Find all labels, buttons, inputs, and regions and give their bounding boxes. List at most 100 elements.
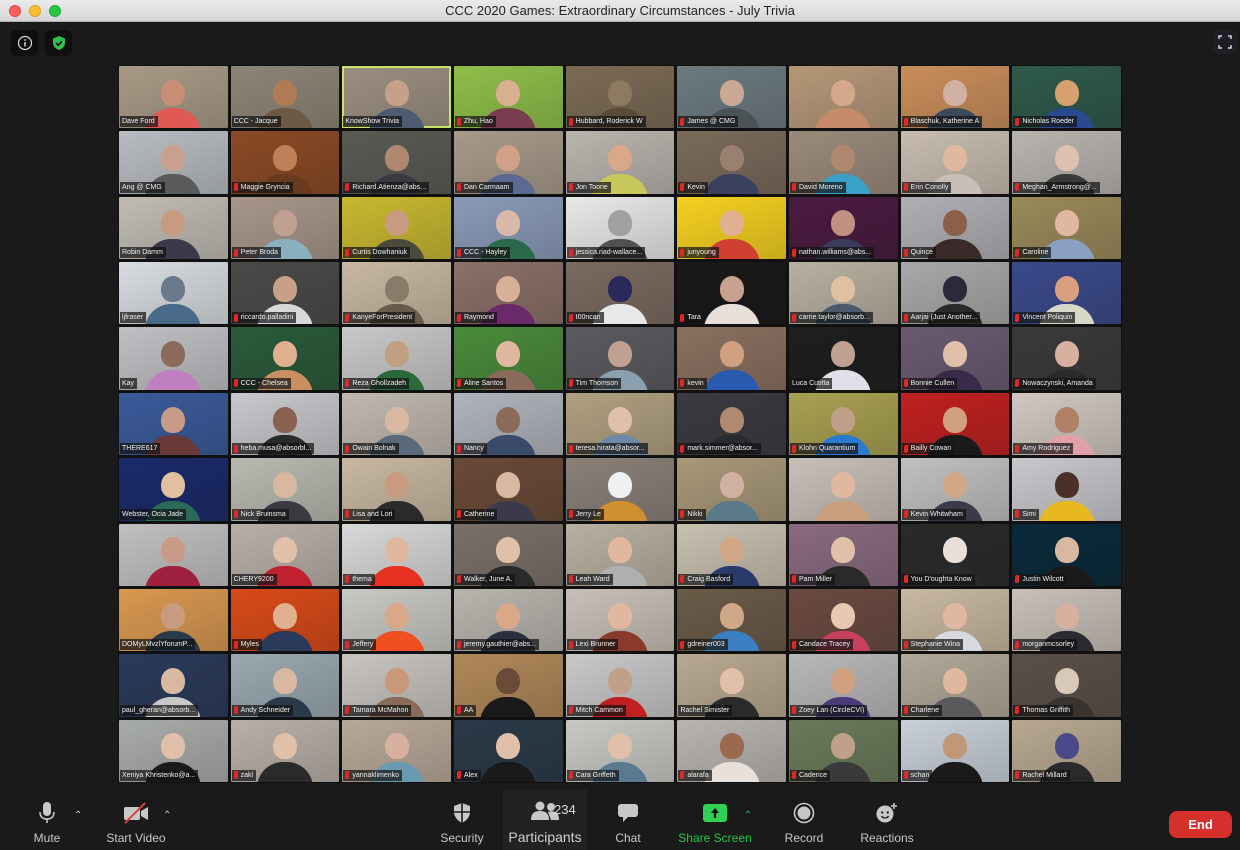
end-meeting-button[interactable]: End — [1169, 811, 1232, 838]
audio-options-caret[interactable]: ⌃ — [74, 810, 82, 821]
participant-tile[interactable]: Walker, June A. — [453, 523, 563, 586]
participant-tile[interactable]: Vincent Poliquin — [1012, 262, 1121, 325]
participant-tile[interactable]: nathan.williams@abs... — [788, 196, 898, 260]
participant-tile[interactable]: Meghan_Armstrong@... — [1012, 131, 1121, 194]
participant-tile[interactable]: AA — [453, 654, 563, 717]
participant-tile[interactable]: Klohn Quarantium — [788, 392, 898, 456]
participant-tile[interactable] — [788, 458, 898, 521]
participant-tile[interactable] — [788, 66, 898, 129]
participant-tile[interactable]: Curtis Dowhaniuk — [342, 196, 451, 260]
participant-tile[interactable]: CCC - Chelsea — [230, 327, 340, 390]
fullscreen-button[interactable] — [1213, 30, 1237, 54]
participant-tile[interactable]: Bailly Cowan — [900, 392, 1010, 456]
participant-tile[interactable]: teresa.hirata@absor... — [565, 392, 675, 456]
participant-tile[interactable]: Luca Cutitta — [788, 327, 898, 390]
participant-tile[interactable]: You D'oughta Know — [900, 523, 1010, 586]
participant-tile[interactable]: Peter Broda — [230, 196, 340, 260]
participant-tile[interactable]: Richard.Atienza@abs... — [342, 131, 451, 194]
participant-tile[interactable]: CCC - Hayley — [453, 196, 563, 260]
participant-tile[interactable]: morganmcsorley — [1012, 588, 1121, 652]
participant-tile[interactable]: KnowShow Trivia — [342, 66, 451, 129]
mute-button[interactable]: Mute — [22, 790, 72, 850]
participant-tile[interactable]: Jon Toorie — [565, 131, 675, 194]
participant-tile[interactable]: kevin — [677, 327, 786, 390]
participant-tile[interactable]: Andy Schneider — [230, 654, 340, 717]
encryption-button[interactable] — [45, 30, 72, 56]
participant-tile[interactable]: Hubbard, Roderick W — [565, 66, 675, 129]
participant-tile[interactable]: Erin Conolly — [900, 131, 1010, 194]
participant-tile[interactable]: paul_gheran@absorb... — [119, 654, 228, 717]
participant-tile[interactable]: Catherine — [453, 458, 563, 521]
participant-tile[interactable]: Bonnie Cullen — [900, 327, 1010, 390]
participant-tile[interactable]: Alex — [453, 719, 563, 782]
participant-tile[interactable]: alarafa — [677, 719, 786, 782]
chat-button[interactable]: Chat — [607, 790, 649, 850]
participant-tile[interactable]: Webster, Ocia Jade — [119, 458, 228, 521]
participant-tile[interactable]: Cara Griffeth — [565, 719, 675, 782]
participant-tile[interactable]: Thomas Griffith — [1012, 654, 1121, 717]
participant-tile[interactable]: Nowaczynski, Amanda — [1012, 327, 1121, 390]
participant-tile[interactable]: Owain Bolnak — [342, 392, 451, 456]
record-button[interactable]: Record — [780, 790, 828, 850]
participant-tile[interactable]: Craig Basford — [677, 523, 786, 586]
participant-tile[interactable]: mark.simmer@absor... — [677, 392, 786, 456]
participant-tile[interactable]: carrie.taylor@absorb... — [788, 262, 898, 325]
participant-tile[interactable]: zakl — [230, 719, 340, 782]
participant-tile[interactable] — [119, 523, 228, 586]
participant-tile[interactable]: Kevin Whitwham — [900, 458, 1010, 521]
participants-button[interactable]: 234 Participants — [503, 790, 587, 850]
participant-tile[interactable]: gdreiner003 — [677, 588, 786, 652]
participant-tile[interactable]: Jeffery — [342, 588, 451, 652]
participant-tile[interactable]: jeremy.gauthier@abs... — [453, 588, 563, 652]
participant-tile[interactable]: David Moreno — [788, 131, 898, 194]
participant-tile[interactable]: Reza Ghollzadeh — [342, 327, 451, 390]
participant-tile[interactable]: Leah Ward — [565, 523, 675, 586]
participant-tile[interactable]: Kevin — [677, 131, 786, 194]
participant-tile[interactable]: Amy Rodriguez — [1012, 392, 1121, 456]
participant-tile[interactable]: Aline Santos — [453, 327, 563, 390]
participant-tile[interactable]: Tara — [677, 262, 786, 325]
participant-tile[interactable]: Candace Tracey — [788, 588, 898, 652]
participant-tile[interactable]: schan — [900, 719, 1010, 782]
participant-tile[interactable]: Zhu, Hao — [453, 66, 563, 129]
participant-tile[interactable]: Pam Miller — [788, 523, 898, 586]
participant-tile[interactable]: Jerry Le — [565, 458, 675, 521]
participant-tile[interactable]: DOMyLMvzlYforumP... — [119, 588, 228, 652]
participant-tile[interactable]: Cadence — [788, 719, 898, 782]
participant-tile[interactable]: Myles — [230, 588, 340, 652]
participant-tile[interactable]: Dan Carmaam — [453, 131, 563, 194]
participant-tile[interactable]: Raymond — [453, 262, 563, 325]
participant-tile[interactable]: riccardo.palladini — [230, 262, 340, 325]
participant-tile[interactable]: jessica.riad-wallace... — [565, 196, 675, 260]
participant-tile[interactable]: Ang @ CMG — [119, 131, 228, 194]
start-video-button[interactable]: Start Video — [100, 790, 172, 850]
participant-tile[interactable]: Stephanie Wina — [900, 588, 1010, 652]
participant-tile[interactable]: Caroline — [1012, 196, 1121, 260]
participant-tile[interactable]: Charlene — [900, 654, 1010, 717]
participant-tile[interactable]: yannaklimenko — [342, 719, 451, 782]
participant-tile[interactable]: Lexi Brunner — [565, 588, 675, 652]
participant-tile[interactable]: Kay — [119, 327, 228, 390]
participant-tile[interactable]: Nicholas Roeder — [1012, 66, 1121, 129]
participant-tile[interactable]: Tamara McMahon — [342, 654, 451, 717]
participant-tile[interactable]: Justin Wilcott — [1012, 523, 1121, 586]
participant-tile[interactable]: Zoey Lan (CircleCVI) — [788, 654, 898, 717]
participant-tile[interactable]: Tim Thomson — [565, 327, 675, 390]
participant-tile[interactable]: Rachel Millard — [1012, 719, 1121, 782]
participant-tile[interactable]: CHERY9200 — [230, 523, 340, 586]
participant-tile[interactable]: Quince — [900, 196, 1010, 260]
participant-tile[interactable]: Dave Ford — [119, 66, 228, 129]
participant-tile[interactable]: Rachel Simister — [677, 654, 786, 717]
participant-tile[interactable]: Xeniya Khristenko@a... — [119, 719, 228, 782]
share-options-caret[interactable]: ⌃ — [744, 810, 752, 821]
security-button[interactable]: Security — [436, 790, 488, 850]
participant-tile[interactable]: THERE617 — [119, 392, 228, 456]
participant-tile[interactable]: James @ CMG — [677, 66, 786, 129]
participant-tile[interactable]: Simi — [1012, 458, 1121, 521]
participant-tile[interactable]: Robin Damm — [119, 196, 228, 260]
participant-tile[interactable]: heba.musa@absorbl... — [230, 392, 340, 456]
participant-tile[interactable]: junyoung — [677, 196, 786, 260]
participant-tile[interactable]: Lisa and Lori — [342, 458, 451, 521]
video-options-caret[interactable]: ⌃ — [163, 810, 171, 821]
participant-tile[interactable]: t00ncan — [565, 262, 675, 325]
